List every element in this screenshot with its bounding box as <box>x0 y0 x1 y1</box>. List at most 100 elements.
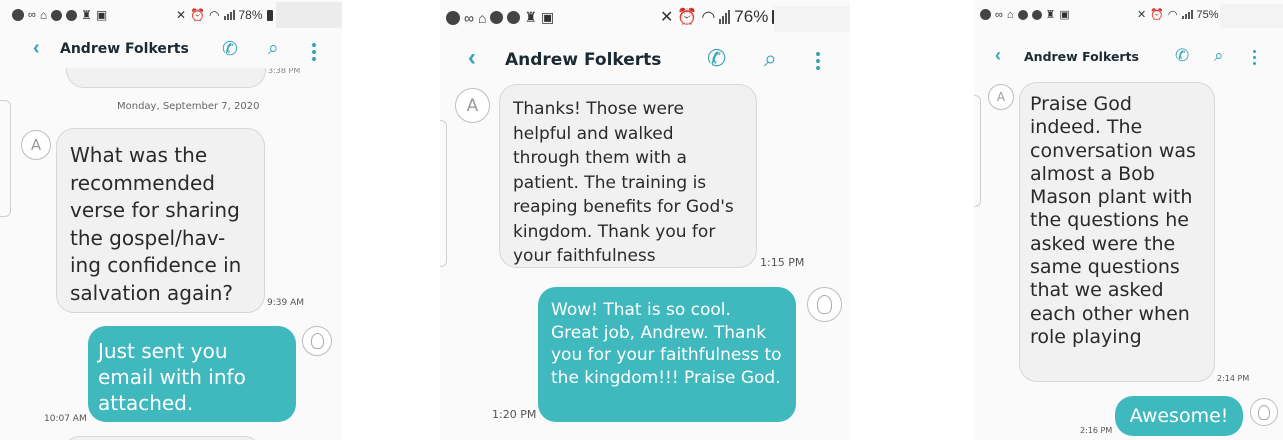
outgoing-message-bubble[interactable]: Just sent you email with info attached. <box>88 326 296 422</box>
outgoing-message-text: Just sent you email with info attached. <box>98 339 246 415</box>
more-options-icon[interactable] <box>312 43 316 61</box>
signal-icon <box>223 10 235 20</box>
person-icon: ♜ <box>524 9 538 25</box>
status-bar: ∞ ⌂ ♜ ▣ ✕ ⏰ ◠ 76% <box>440 0 850 36</box>
search-icon[interactable]: ⌕ <box>1214 46 1224 66</box>
contact-name[interactable]: Andrew Folkerts <box>1024 49 1139 64</box>
previous-message-bracket <box>440 120 447 267</box>
screenshot-1: ∞ ⌂ ♜ ▣ ✕ ⏰ ◠ 78% ‹ Andrew Folkerts ✆ ⌕ … <box>0 0 342 440</box>
notification-icons: ∞ ⌂ ♜ ▣ <box>446 9 554 26</box>
contact-name[interactable]: Andrew Folkerts <box>60 41 189 57</box>
outgoing-message-time: 10:07 AM <box>44 414 87 424</box>
person-outline-icon <box>817 295 832 314</box>
redaction-box <box>774 6 850 32</box>
battery-level: 75% <box>1196 8 1219 21</box>
search-icon[interactable]: ⌕ <box>764 45 777 72</box>
wifi-icon: ◠ <box>701 9 716 26</box>
outgoing-message-text: Wow! That is so cool. Great job, Andrew.… <box>551 300 782 388</box>
outgoing-message-bubble[interactable]: Wow! That is so cool. Great job, Andrew.… <box>538 287 796 422</box>
battery-icon <box>266 9 273 21</box>
wifi-icon: ◠ <box>1167 9 1178 21</box>
phone-call-icon[interactable]: ✆ <box>707 45 726 72</box>
home-icon: ⌂ <box>477 9 487 26</box>
my-avatar[interactable] <box>807 287 842 322</box>
contact-avatar[interactable]: A <box>988 84 1014 110</box>
conversation-header: ‹ Andrew Folkerts ✆ ⌕ <box>0 34 342 66</box>
app-icon <box>490 11 504 24</box>
conversation-header: ‹ Andrew Folkerts ✆ ⌕ <box>440 40 850 80</box>
alarm-icon: ⏰ <box>677 9 698 26</box>
outgoing-message-bubble[interactable]: Awesome! <box>1115 396 1243 436</box>
contact-name[interactable]: Andrew Folkerts <box>505 50 661 70</box>
person-icon: ♜ <box>1045 9 1056 21</box>
battery-level: 78% <box>238 8 263 22</box>
status-bar: ∞ ⌂ ♜ ▣ ✕ ⏰ ◠ 75% <box>974 0 1283 30</box>
home-icon: ⌂ <box>39 8 48 22</box>
incoming-message-bubble[interactable]: What was the recommended verse for shari… <box>56 128 265 313</box>
voicemail-icon: ∞ <box>464 9 474 26</box>
person-outline-icon <box>310 333 324 349</box>
app-icon <box>66 9 78 21</box>
screenshot-3: ∞ ⌂ ♜ ▣ ✕ ⏰ ◠ 75% ‹ Andrew Folkerts ✆ ⌕ … <box>974 0 1283 440</box>
status-bar: ∞ ⌂ ♜ ▣ ✕ ⏰ ◠ 78% <box>0 0 342 30</box>
mute-icon: ✕ <box>1137 9 1147 21</box>
back-arrow-icon[interactable]: ‹ <box>995 45 1001 66</box>
back-arrow-icon[interactable]: ‹ <box>33 37 40 60</box>
incoming-message-bubble[interactable]: Thanks! Those were helpful and walked th… <box>499 84 757 268</box>
incoming-message-time: 1:15 PM <box>760 256 805 269</box>
mute-icon: ✕ <box>660 9 674 26</box>
outgoing-message-text: Awesome! <box>1129 405 1229 427</box>
conversation-header: ‹ Andrew Folkerts ✆ ⌕ <box>974 44 1283 74</box>
previous-message-bracket <box>974 95 981 207</box>
phone-call-icon[interactable]: ✆ <box>1175 46 1189 66</box>
signal-icon <box>1181 10 1193 19</box>
signal-icon <box>719 10 731 24</box>
my-avatar[interactable] <box>302 326 332 356</box>
image-icon: ▣ <box>1059 9 1070 21</box>
notification-icons: ∞ ⌂ ♜ ▣ <box>12 8 107 22</box>
person-outline-icon <box>1258 404 1270 420</box>
notification-icon <box>446 10 460 25</box>
voicemail-icon: ∞ <box>995 8 1003 21</box>
screenshot-2: ∞ ⌂ ♜ ▣ ✕ ⏰ ◠ 76% ‹ Andrew Folkerts ✆ ⌕ … <box>440 0 850 440</box>
alarm-icon: ⏰ <box>1150 9 1164 21</box>
back-arrow-icon[interactable]: ‹ <box>468 44 476 72</box>
incoming-message-text: Thanks! Those were helpful and walked th… <box>513 99 734 266</box>
search-icon[interactable]: ⌕ <box>268 38 279 60</box>
previous-message-bubble[interactable] <box>66 68 266 88</box>
app-icon <box>1017 9 1028 20</box>
battery-level: 76% <box>734 7 769 26</box>
incoming-message-bubble[interactable]: Praise God indeed. The conversation was … <box>1019 82 1215 382</box>
home-icon: ⌂ <box>1006 8 1014 21</box>
notification-icons: ∞ ⌂ ♜ ▣ <box>980 8 1070 21</box>
contact-avatar[interactable]: A <box>21 130 51 160</box>
contact-avatar[interactable]: A <box>455 88 490 123</box>
more-options-icon[interactable] <box>1253 50 1256 65</box>
my-avatar[interactable] <box>1250 398 1278 426</box>
more-options-icon[interactable] <box>816 52 820 70</box>
wifi-icon: ◠ <box>209 8 220 22</box>
previous-message-time: 3:38 PM <box>268 68 301 74</box>
next-message-bubble[interactable] <box>62 436 262 440</box>
voicemail-icon: ∞ <box>28 9 36 21</box>
mute-icon: ✕ <box>176 8 187 22</box>
alarm-icon: ⏰ <box>190 8 206 22</box>
incoming-message-text: Praise God indeed. The conversation was … <box>1030 93 1196 348</box>
notification-icon <box>12 9 24 21</box>
incoming-message-time: 9:39 AM <box>267 298 304 308</box>
redaction-box <box>276 2 342 28</box>
app-icon <box>507 11 521 24</box>
image-icon: ▣ <box>95 8 108 22</box>
incoming-message-time: 2:14 PM <box>1217 374 1250 383</box>
incoming-message-text: What was the recommended verse for shari… <box>70 143 242 305</box>
previous-message-bracket <box>0 100 11 217</box>
person-icon: ♜ <box>81 8 92 22</box>
outgoing-message-time: 1:20 PM <box>492 408 537 421</box>
app-icon <box>51 9 63 21</box>
redaction-box <box>1220 4 1283 28</box>
image-icon: ▣ <box>541 9 555 25</box>
app-icon <box>1031 9 1042 20</box>
phone-call-icon[interactable]: ✆ <box>222 38 238 61</box>
notification-icon <box>980 9 991 20</box>
outgoing-message-time: 2:16 PM <box>1080 426 1113 435</box>
